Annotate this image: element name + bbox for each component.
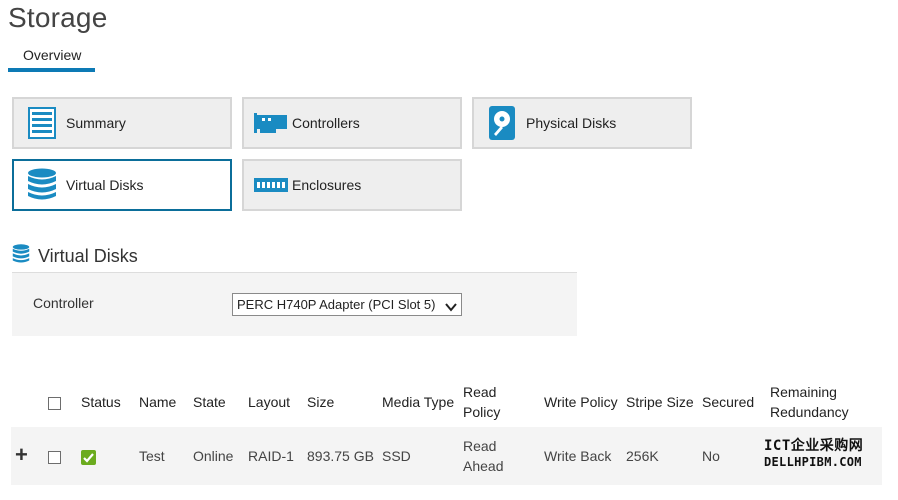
watermark-line-1: ICT企业采购网 (764, 438, 864, 454)
name-column-header[interactable]: Name (135, 377, 189, 427)
size-cell: 893.75 GB (307, 448, 374, 464)
secured-column-header[interactable]: Secured (698, 377, 766, 427)
enclosures-tile[interactable]: Enclosures (242, 159, 462, 211)
row-checkbox[interactable] (48, 450, 61, 464)
layout-column-header[interactable]: Layout (244, 377, 303, 427)
physical-disk-icon (482, 103, 522, 143)
tab-overview[interactable]: Overview (8, 46, 95, 72)
enclosures-tile-label: Enclosures (292, 177, 362, 193)
controller-select-value: PERC H740P Adapter (PCI Slot 5) (237, 297, 436, 312)
select-all-checkbox[interactable] (48, 396, 61, 410)
controller-label: Controller (33, 295, 94, 311)
summary-tile-label: Summary (66, 115, 126, 131)
read-policy-cell: Read Ahead (463, 438, 504, 474)
table-row[interactable]: + Test Online RAID-1 893.75 GB SSD Read … (11, 427, 882, 485)
controller-select[interactable]: PERC H740P Adapter (PCI Slot 5) (232, 293, 462, 316)
state-column-header[interactable]: State (189, 377, 244, 427)
controllers-tile[interactable]: Controllers (242, 97, 462, 149)
section-title: Virtual Disks (38, 246, 138, 266)
expand-column-header (11, 377, 44, 427)
secured-cell: No (702, 448, 720, 464)
expand-row-button[interactable]: + (15, 442, 28, 467)
virtual-disks-table: Status Name State Layout Size Media Type… (11, 377, 882, 485)
select-all-column-header (44, 377, 77, 427)
virtual-disks-tile-label: Virtual Disks (66, 177, 144, 193)
table-header-row: Status Name State Layout Size Media Type… (11, 377, 882, 427)
media-type-column-header[interactable]: Media Type (378, 377, 459, 427)
chevron-down-icon (445, 298, 457, 312)
stripe-size-cell: 256K (626, 448, 659, 464)
summary-icon (22, 103, 62, 143)
page-title: Storage (8, 2, 108, 33)
controllers-tile-label: Controllers (292, 115, 360, 131)
remaining-redundancy-column-header[interactable]: Remaining Redundancy (766, 377, 882, 427)
physical-disks-tile[interactable]: Physical Disks (472, 97, 692, 149)
virtual-disks-tile[interactable]: Virtual Disks (12, 159, 232, 211)
media-type-cell: SSD (382, 448, 411, 464)
controller-card-icon (254, 103, 288, 143)
write-policy-cell: Write Back (544, 448, 612, 464)
physical-disks-tile-label: Physical Disks (526, 115, 617, 131)
database-icon (22, 165, 62, 205)
name-cell: Test (139, 448, 165, 464)
stripe-size-column-header[interactable]: Stripe Size (622, 377, 698, 427)
size-column-header[interactable]: Size (303, 377, 378, 427)
controller-filter-panel: Controller PERC H740P Adapter (PCI Slot … (12, 272, 577, 336)
virtual-disks-section-header: Virtual Disks (12, 244, 138, 269)
status-column-header[interactable]: Status (77, 377, 135, 427)
enclosure-icon (254, 165, 288, 205)
database-icon (12, 244, 30, 269)
summary-tile[interactable]: Summary (12, 97, 232, 149)
tab-bar: Overview (8, 46, 95, 72)
layout-cell: RAID-1 (248, 448, 294, 464)
write-policy-column-header[interactable]: Write Policy (540, 377, 622, 427)
read-policy-column-header[interactable]: Read Policy (459, 377, 540, 427)
status-ok-icon (81, 449, 96, 465)
watermark: ICT企业采购网 DELLHPIBM.COM (764, 438, 864, 470)
watermark-line-2: DELLHPIBM.COM (764, 455, 862, 469)
state-cell: Online (193, 448, 234, 464)
